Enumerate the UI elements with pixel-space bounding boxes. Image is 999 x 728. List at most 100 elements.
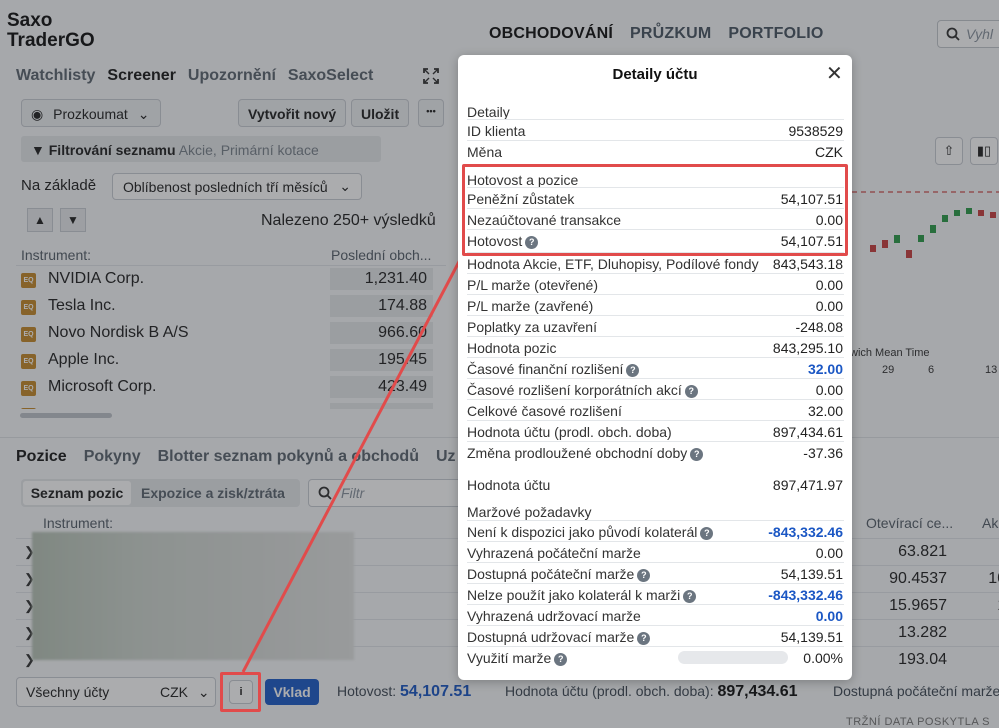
col-last-trade[interactable]: Poslední obch... (331, 247, 431, 263)
saxo-logo[interactable]: Saxo TraderGO (7, 11, 95, 51)
detail-row-label: Dostupná počáteční marže? (467, 566, 651, 582)
candle (906, 250, 912, 258)
detail-row-value: 0.00 (815, 298, 843, 314)
watchlist-tabs: Watchlisty Screener Upozornění SaxoSelec… (16, 67, 373, 85)
col-instrument[interactable]: Instrument: (21, 247, 91, 263)
instrument-row-partial[interactable]: EQ (16, 401, 446, 409)
detail-row-value: 843,295.10 (772, 340, 843, 356)
detail-row-label: Vyhrazená počáteční marže (467, 545, 641, 561)
candle (990, 212, 996, 218)
currency-value: CZK (815, 144, 843, 160)
account-value-label: Hodnota účtu (467, 477, 551, 493)
positions-tabs: Pozice Pokyny Blotter seznam pokynů a ob… (16, 448, 456, 466)
detail-row-label: P/L marže (zavřené) (467, 298, 594, 314)
close-icon[interactable]: ✕ (826, 64, 843, 84)
detail-row: Vyhrazená udržovací marže 0.00 (467, 604, 844, 625)
detail-row: Celkové časové rozlišení 32.00 (467, 399, 844, 420)
currency-select[interactable]: CZK ⌄ (160, 684, 210, 701)
seg-exposure[interactable]: Expozice a zisk/ztráta (141, 485, 285, 501)
deposit-button[interactable]: Vklad (265, 679, 319, 705)
detail-row-label: Dostupná udržovací marže? (467, 629, 651, 645)
nav-trading[interactable]: OBCHODOVÁNÍ (489, 25, 613, 43)
info-button-highlight (220, 672, 261, 712)
candle (942, 215, 948, 222)
info-icon[interactable]: ? (683, 590, 697, 603)
save-button[interactable]: Uložit (351, 99, 410, 127)
info-icon[interactable]: ? (637, 569, 651, 582)
list-filter-bar[interactable]: ▼ Filtrování seznamu Akcie, Primární kot… (21, 136, 381, 162)
info-icon[interactable]: ? (700, 527, 714, 540)
chevron-down-icon: ⌄ (197, 684, 210, 700)
tab-watchlists[interactable]: Watchlisty (16, 67, 95, 85)
instrument-row[interactable]: EQ Novo Nordisk B A/S 966.60 (16, 320, 446, 347)
nav-research[interactable]: PRŮZKUM (630, 25, 711, 43)
detail-row: Dostupná udržovací marže? 54,139.51 (467, 625, 844, 646)
account-select-value: Všechny účty (26, 684, 110, 700)
more-options-button[interactable]: ••• (418, 99, 444, 127)
account-value-amount: 897,471.97 (772, 477, 843, 493)
position-open-price: 90.4537 (889, 570, 947, 587)
search-icon (946, 27, 960, 44)
nav-portfolio[interactable]: PORTFOLIO (728, 25, 823, 43)
info-icon[interactable]: ? (554, 653, 568, 666)
info-icon[interactable]: ? (684, 385, 698, 398)
equity-badge-icon: EQ (21, 381, 36, 396)
tab-positions[interactable]: Pozice (16, 448, 67, 466)
basis-value: Oblíbenost posledních tří měsíců (123, 179, 328, 195)
blurred-position-names (32, 532, 354, 660)
instrument-row[interactable]: EQ Microsoft Corp. 423.49 (16, 374, 446, 401)
candle (870, 245, 876, 252)
candle (882, 240, 888, 248)
instrument-name: Novo Nordisk B A/S (48, 324, 189, 341)
seg-position-list[interactable]: Seznam pozic (23, 481, 131, 505)
position-ak-value: 100 (988, 570, 999, 587)
sort-descending-button[interactable]: ▼ (60, 208, 86, 232)
col-open-price[interactable]: Otevírací ce... (866, 515, 953, 531)
footer-account-value: Hodnota účtu (prodl. obch. doba): 897,43… (505, 683, 798, 701)
cash-section-highlight (462, 164, 848, 256)
equity-badge-icon: EQ (21, 300, 36, 315)
info-icon[interactable]: ? (690, 448, 704, 461)
tab-alerts[interactable]: Upozornění (188, 67, 276, 85)
price-chart[interactable] (852, 130, 999, 380)
tab-orders[interactable]: Pokyny (84, 448, 141, 466)
tab-saxoselect[interactable]: SaxoSelect (288, 67, 373, 85)
sort-ascending-button[interactable]: ▲ (27, 208, 53, 232)
detail-row-value: 0.00 (815, 382, 843, 398)
row-currency: Měna CZK (467, 140, 844, 161)
detail-row: Poplatky za uzavření -248.08 (467, 315, 844, 336)
footer-cash: Hotovost: 54,107.51 (337, 683, 471, 701)
detail-row-value: 32.00 (807, 403, 843, 419)
filter-placeholder: Filtr (341, 485, 365, 501)
footer-available-margin: Dostupná počáteční marže (833, 683, 999, 699)
tab-blotter[interactable]: Blotter seznam pokynů a obchodů (158, 448, 419, 466)
create-new-button[interactable]: Vytvořit nový (238, 99, 347, 127)
detail-row-value: 54,139.51 (780, 629, 843, 645)
currency-value: CZK (160, 684, 188, 700)
basis-select[interactable]: Oblíbenost posledních tří měsíců ⌄ (112, 173, 362, 200)
explore-dropdown[interactable]: ◉ Prozkoumat ⌄ (21, 99, 161, 127)
tab-screener[interactable]: Screener (107, 67, 176, 85)
detail-row-value: 0.00 (815, 545, 843, 561)
detail-row-label: Hodnota účtu (prodl. obch. doba) (467, 424, 672, 440)
detail-row-value: 54,139.51 (780, 566, 843, 582)
detail-row-value: -843,332.46 (768, 524, 843, 540)
positions-filter-input[interactable]: Filtr (308, 479, 468, 507)
col-instrument[interactable]: Instrument: (43, 515, 113, 531)
tab-closed[interactable]: Uz (436, 448, 456, 466)
expand-icon[interactable] (423, 68, 439, 88)
global-search-input[interactable]: Vyhl (937, 20, 999, 48)
chart-tick: 13 (985, 364, 998, 376)
col-ak[interactable]: Ak (982, 515, 998, 531)
info-icon[interactable]: ? (626, 364, 640, 377)
equity-badge-icon: EQ (21, 354, 36, 369)
instrument-last-price-partial (330, 403, 433, 409)
position-ak-value: 1 (979, 624, 999, 642)
instrument-row[interactable]: EQ Apple Inc. 195.45 (16, 347, 446, 374)
horizontal-scrollbar[interactable] (20, 413, 112, 418)
info-icon[interactable]: ? (637, 632, 651, 645)
explore-label: Prozkoumat (53, 106, 128, 122)
instrument-row[interactable]: EQ NVIDIA Corp. 1,231.40 (16, 266, 446, 293)
row-account-value: Hodnota účtu 897,471.97 (467, 474, 844, 495)
instrument-row[interactable]: EQ Tesla Inc. 174.88 (16, 293, 446, 320)
